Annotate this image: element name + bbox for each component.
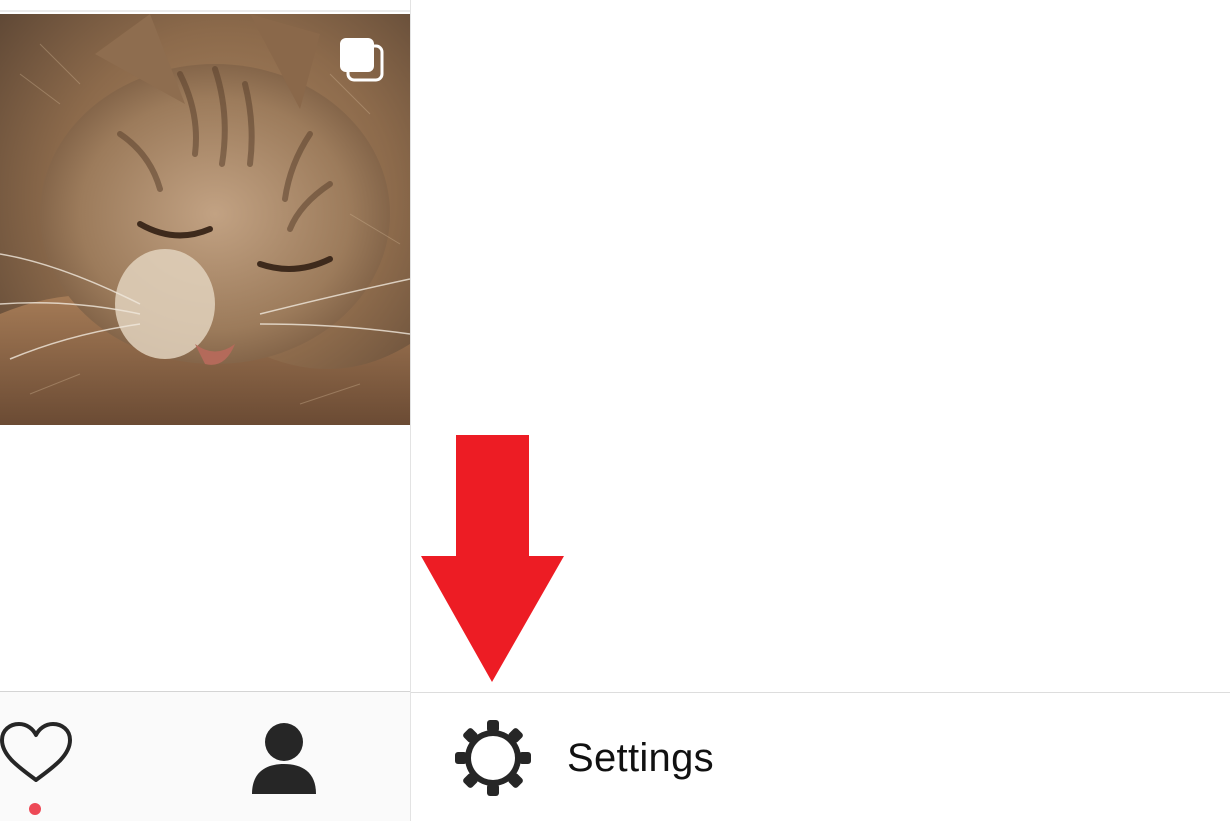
notification-dot (29, 803, 41, 815)
settings-menu-item[interactable]: Settings (411, 693, 1230, 821)
settings-label: Settings (567, 736, 714, 780)
carousel-multiple-icon (340, 38, 384, 82)
post-thumbnail[interactable] (0, 14, 410, 425)
profile-panel (0, 0, 410, 821)
profile-person-icon[interactable] (248, 722, 320, 796)
top-divider (0, 10, 410, 12)
red-down-arrow (421, 435, 564, 682)
gear-icon (455, 720, 531, 796)
bottom-tab-bar (0, 691, 410, 821)
heart-icon[interactable] (0, 722, 72, 786)
options-drawer: Settings (411, 0, 1230, 821)
app-screen: Settings (0, 0, 1230, 821)
